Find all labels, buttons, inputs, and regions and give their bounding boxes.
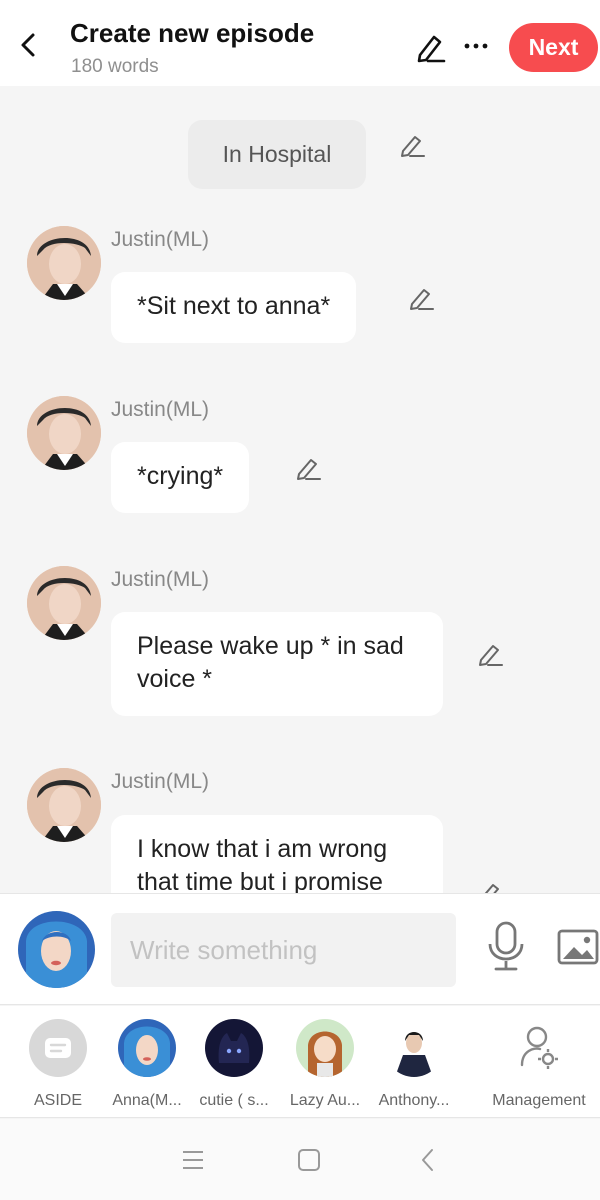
edit-message-icon[interactable]: [476, 879, 504, 893]
justin-avatar: [27, 768, 101, 842]
message-bubble[interactable]: *crying*: [111, 442, 250, 513]
character-aside[interactable]: ASIDE: [12, 1019, 104, 1110]
speaker-name: Justin(ML): [111, 398, 210, 421]
home-icon[interactable]: [294, 1147, 324, 1173]
message-input[interactable]: [111, 913, 456, 987]
character-label: cutie ( s...: [199, 1092, 269, 1109]
justin-avatar: [27, 226, 101, 300]
character-lazy[interactable]: Lazy Au...: [279, 1019, 371, 1110]
management-icon: [510, 1019, 568, 1077]
cutie-avatar: [205, 1019, 263, 1077]
speaker-name: Justin(ML): [111, 568, 210, 591]
back-icon[interactable]: [414, 1147, 444, 1173]
chat-area[interactable]: In Hospital Justin(ML) *Sit next to anna…: [0, 86, 600, 893]
character-anthony[interactable]: Anthony...: [368, 1019, 460, 1110]
edit-message-icon[interactable]: [294, 454, 322, 482]
message-bubble[interactable]: I know that i am wrong that time but i p…: [111, 815, 443, 893]
more-icon[interactable]: [462, 34, 490, 58]
anna-avatar: [118, 1019, 176, 1077]
character-label: Anthony...: [378, 1092, 450, 1109]
word-count: 180 words: [71, 56, 159, 77]
scene-label[interactable]: In Hospital: [188, 120, 366, 189]
back-arrow-icon[interactable]: [14, 30, 42, 60]
composer-bar: [0, 893, 600, 1005]
speaker-name: Justin(ML): [111, 228, 210, 251]
character-management[interactable]: Management: [488, 1019, 590, 1110]
character-bar: ASIDE Anna(M... cutie ( s... Lazy Au... …: [0, 1006, 600, 1118]
current-speaker-avatar[interactable]: [18, 911, 95, 988]
edit-title-icon[interactable]: [414, 31, 446, 63]
character-anna[interactable]: Anna(M...: [101, 1019, 193, 1110]
system-nav-bar: [0, 1119, 600, 1200]
lazy-avatar: [296, 1019, 354, 1077]
character-label: Lazy Au...: [289, 1092, 361, 1109]
image-icon[interactable]: [556, 927, 600, 967]
top-bar: Create new episode 180 words Next: [0, 0, 600, 86]
character-label: ASIDE: [33, 1092, 82, 1109]
character-label: Management: [492, 1092, 586, 1109]
edit-message-icon[interactable]: [407, 284, 435, 312]
speaker-name: Justin(ML): [111, 770, 210, 793]
microphone-icon[interactable]: [486, 920, 526, 972]
justin-avatar: [27, 396, 101, 470]
aside-icon: [29, 1019, 87, 1077]
next-button[interactable]: Next: [509, 23, 598, 72]
page-title: Create new episode: [70, 18, 315, 48]
edit-scene-icon[interactable]: [398, 131, 426, 159]
anthony-avatar: [385, 1019, 443, 1077]
character-cutie[interactable]: cutie ( s...: [188, 1019, 280, 1110]
message-bubble[interactable]: *Sit next to anna*: [111, 272, 357, 343]
menu-icon[interactable]: [178, 1147, 208, 1173]
character-label: Anna(M...: [112, 1092, 182, 1109]
justin-avatar: [27, 566, 101, 640]
message-bubble[interactable]: Please wake up * in sad voice *: [111, 612, 443, 716]
edit-message-icon[interactable]: [476, 640, 504, 668]
